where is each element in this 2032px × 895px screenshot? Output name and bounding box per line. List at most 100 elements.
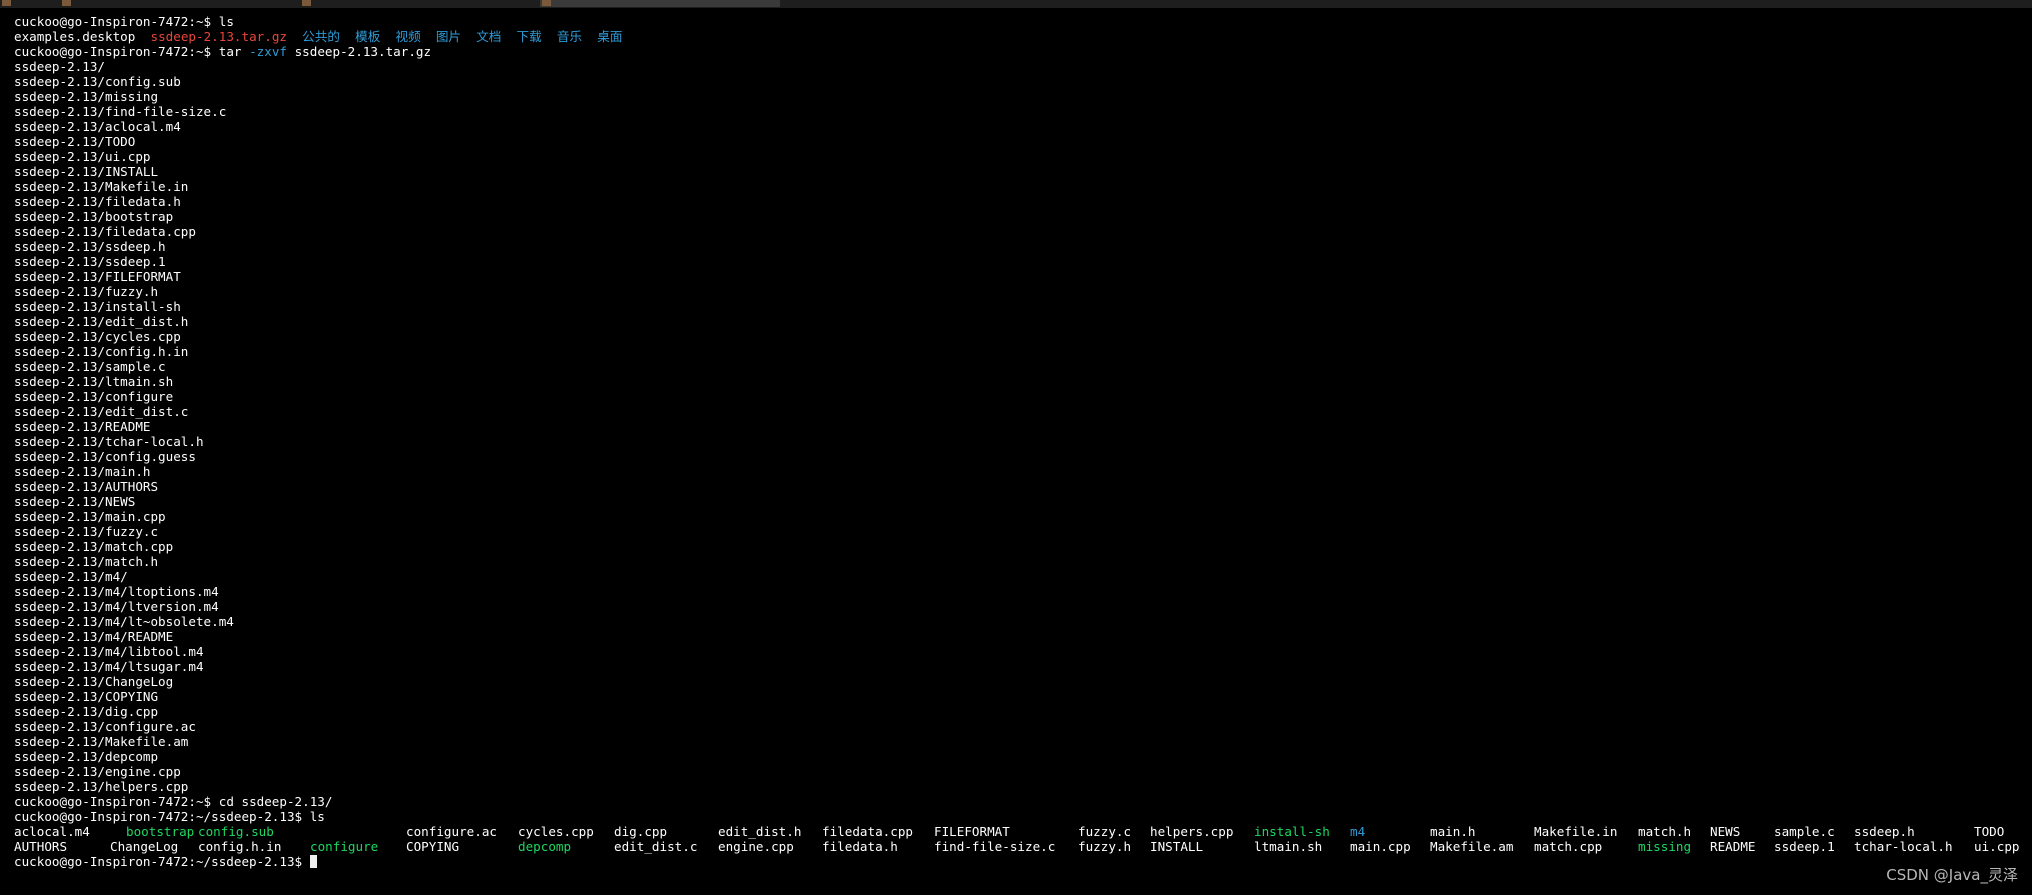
- ls-entry: configure: [310, 839, 379, 854]
- tar-output-line: ssdeep-2.13/Makefile.in: [14, 179, 189, 194]
- command-text: cd ssdeep-2.13/: [218, 794, 333, 809]
- ls-entry: examples.desktop: [14, 29, 136, 44]
- tab-favicon-icon: [62, 0, 71, 6]
- ls-entry: INSTALL: [1150, 839, 1204, 854]
- tar-output-line: ssdeep-2.13/TODO: [14, 134, 136, 149]
- tar-output-line: ssdeep-2.13/helpers.cpp: [14, 779, 189, 794]
- tar-output-line: ssdeep-2.13/cycles.cpp: [14, 329, 181, 344]
- browser-tab-active[interactable]: [540, 0, 780, 7]
- tar-output-line: ssdeep-2.13/m4/ltsugar.m4: [14, 659, 204, 674]
- ls-entry: filedata.cpp: [822, 824, 913, 839]
- text-cursor: [309, 855, 317, 868]
- terminal-line: cuckoo@go-Inspiron-7472:~$ ls: [14, 14, 234, 29]
- ls-entry: dig.cpp: [614, 824, 668, 839]
- ls-entry: 图片: [435, 29, 462, 44]
- command-text: tar: [218, 44, 242, 59]
- ls-entry: Makefile.in: [1534, 824, 1618, 839]
- tar-output-line: ssdeep-2.13/ssdeep.1: [14, 254, 166, 269]
- ls-entry: ssdeep.h: [1854, 824, 1915, 839]
- command-text: ls: [218, 14, 234, 29]
- tar-output-line: ssdeep-2.13/FILEFORMAT: [14, 269, 181, 284]
- ls-entry: main.h: [1430, 824, 1476, 839]
- watermark: CSDN @Java_灵泽: [1886, 866, 2018, 884]
- ls-entry: edit_dist.c: [614, 839, 698, 854]
- tar-output-line: ssdeep-2.13/NEWS: [14, 494, 136, 509]
- tar-output-line: ssdeep-2.13/ChangeLog: [14, 674, 174, 689]
- shell-prompt: cuckoo@go-Inspiron-7472:~$: [14, 794, 212, 809]
- tar-output-line: ssdeep-2.13/configure.ac: [14, 719, 196, 734]
- tar-output-line: ssdeep-2.13/filedata.cpp: [14, 224, 196, 239]
- ls-entry: ltmain.sh: [1254, 839, 1323, 854]
- ls-entry: AUTHORS: [14, 839, 68, 854]
- ls-entry: missing: [1638, 839, 1692, 854]
- tar-output-line: ssdeep-2.13/config.guess: [14, 449, 196, 464]
- ls-entry: 下载: [516, 29, 542, 44]
- tar-output-line: ssdeep-2.13/config.sub: [14, 74, 181, 89]
- ls-entry: bootstrap: [126, 824, 195, 839]
- tar-output-line: ssdeep-2.13/main.cpp: [14, 509, 166, 524]
- ls-output-home: examples.desktop ssdeep-2.13.tar.gz 公共的 …: [14, 29, 622, 44]
- ls-entry: TODO: [1974, 824, 2005, 839]
- ls-entry: ssdeep-2.13.tar.gz: [150, 29, 287, 44]
- terminal-line: cuckoo@go-Inspiron-7472:~$ cd ssdeep-2.1…: [14, 794, 332, 809]
- tar-output-line: ssdeep-2.13/tchar-local.h: [14, 434, 204, 449]
- ls-entry: config.sub: [198, 824, 274, 839]
- tar-output-line: ssdeep-2.13/bootstrap: [14, 209, 174, 224]
- tar-output-line: ssdeep-2.13/engine.cpp: [14, 764, 181, 779]
- ls-entry: Makefile.am: [1430, 839, 1514, 854]
- tar-output-line: ssdeep-2.13/find-file-size.c: [14, 104, 227, 119]
- tab-favicon-icon: [2, 0, 11, 6]
- tar-output-line: ssdeep-2.13/COPYING: [14, 689, 159, 704]
- ls-entry: main.cpp: [1350, 839, 1411, 854]
- tar-output-line: ssdeep-2.13/match.cpp: [14, 539, 174, 554]
- tar-output-line: ssdeep-2.13/depcomp: [14, 749, 159, 764]
- tar-output-line: ssdeep-2.13/fuzzy.h: [14, 284, 159, 299]
- ls-entry: README: [1710, 839, 1756, 854]
- ls-entry: 公共的: [302, 29, 340, 44]
- tar-output-line: ssdeep-2.13/config.h.in: [14, 344, 189, 359]
- command-text: ls: [309, 809, 325, 824]
- tar-output-line: ssdeep-2.13/INSTALL: [14, 164, 159, 179]
- ls-entry: engine.cpp: [718, 839, 794, 854]
- browser-tab[interactable]: [0, 0, 60, 7]
- ls-entry: install-sh: [1254, 824, 1330, 839]
- browser-tab[interactable]: [300, 0, 540, 7]
- command-argument: ssdeep-2.13.tar.gz: [294, 44, 432, 59]
- ls-entry: fuzzy.h: [1078, 839, 1132, 854]
- command-flags: -zxvf: [249, 44, 287, 59]
- terminal-window[interactable]: cuckoo@go-Inspiron-7472:~$ ls examples.d…: [0, 8, 2032, 895]
- tar-output-line: ssdeep-2.13/aclocal.m4: [14, 119, 181, 134]
- ls-entry: match.h: [1638, 824, 1692, 839]
- tar-output-line: ssdeep-2.13/AUTHORS: [14, 479, 159, 494]
- shell-prompt: cuckoo@go-Inspiron-7472:~$: [14, 44, 212, 59]
- tar-output-line: ssdeep-2.13/m4/: [14, 569, 128, 584]
- tab-favicon-icon: [302, 0, 311, 6]
- tar-output-line: ssdeep-2.13/m4/ltversion.m4: [14, 599, 219, 614]
- ls-entry: ui.cpp: [1974, 839, 2020, 854]
- ls-entry: find-file-size.c: [934, 839, 1056, 854]
- tar-output-line: ssdeep-2.13/README: [14, 419, 151, 434]
- tar-output-line: ssdeep-2.13/m4/lt~obsolete.m4: [14, 614, 234, 629]
- browser-tab[interactable]: [60, 0, 300, 7]
- tar-output-line: ssdeep-2.13/ui.cpp: [14, 149, 151, 164]
- tar-output-line: ssdeep-2.13/edit_dist.h: [14, 314, 189, 329]
- ls-entry: fuzzy.c: [1078, 824, 1132, 839]
- ls-entry: edit_dist.h: [718, 824, 802, 839]
- tar-output-line: ssdeep-2.13/dig.cpp: [14, 704, 159, 719]
- tar-output-line: ssdeep-2.13/missing: [14, 89, 159, 104]
- tar-output-line: ssdeep-2.13/Makefile.am: [14, 734, 189, 749]
- terminal-line: cuckoo@go-Inspiron-7472:~$ tar -zxvf ssd…: [14, 44, 431, 59]
- ls-entry: ChangeLog: [110, 839, 179, 854]
- tar-output-line: ssdeep-2.13/configure: [14, 389, 174, 404]
- ls-entry: cycles.cpp: [518, 824, 594, 839]
- browser-tab-strip: [0, 0, 2032, 8]
- tar-output-line: ssdeep-2.13/match.h: [14, 554, 159, 569]
- ls-entry: configure.ac: [406, 824, 497, 839]
- tar-output-line: ssdeep-2.13/edit_dist.c: [14, 404, 189, 419]
- ls-entry: 音乐: [556, 29, 583, 44]
- ls-entry: 桌面: [597, 29, 623, 44]
- ls-entry: 模板: [355, 29, 381, 44]
- tar-output-line: ssdeep-2.13/fuzzy.c: [14, 524, 159, 539]
- ls-entry: FILEFORMAT: [934, 824, 1010, 839]
- tar-output-line: ssdeep-2.13/filedata.h: [14, 194, 181, 209]
